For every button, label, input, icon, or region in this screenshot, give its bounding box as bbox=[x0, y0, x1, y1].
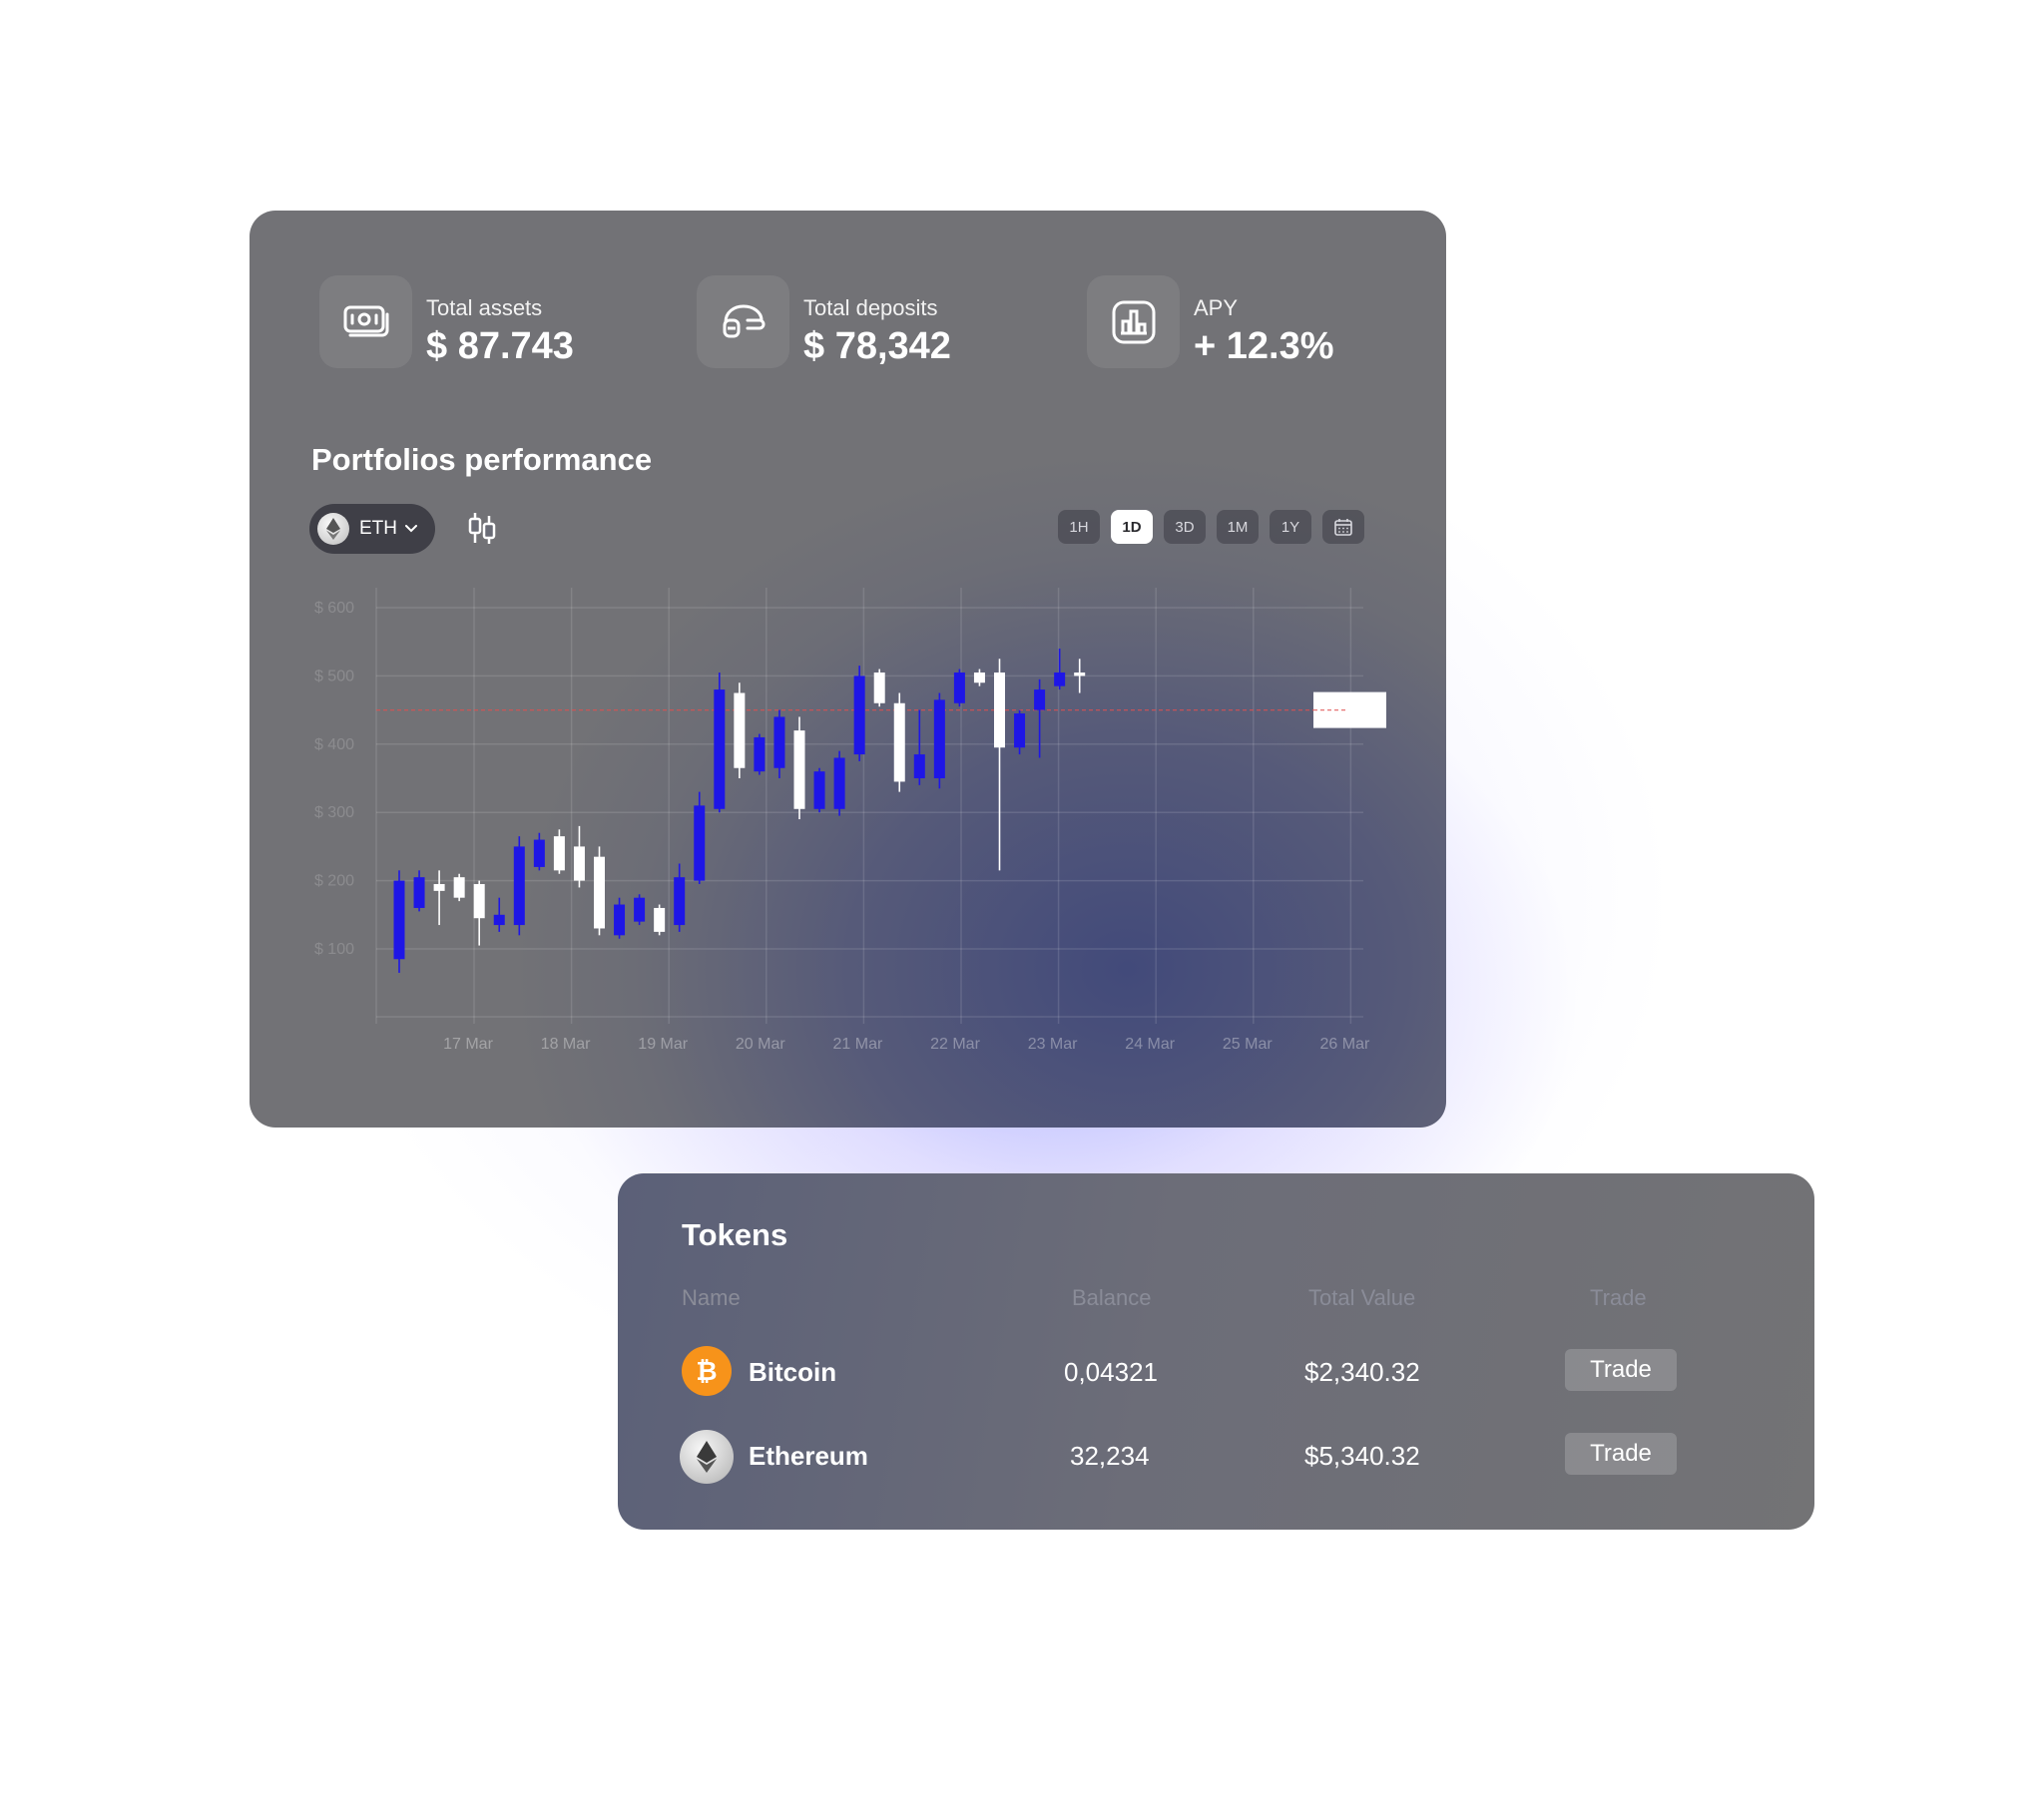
token-name: Bitcoin bbox=[749, 1357, 837, 1387]
x-tick-label: 25 Mar bbox=[1223, 1036, 1273, 1053]
candle-body bbox=[413, 877, 425, 908]
candle-body bbox=[694, 805, 706, 881]
x-tick-label: 20 Mar bbox=[736, 1036, 785, 1053]
trade-button[interactable]: Trade bbox=[1565, 1349, 1677, 1391]
candle-body bbox=[734, 692, 746, 768]
x-tick-label: 21 Mar bbox=[833, 1036, 883, 1053]
y-tick-label: $ 600 bbox=[314, 600, 354, 617]
token-name: Ethereum bbox=[749, 1441, 868, 1471]
y-tick-label: $ 300 bbox=[314, 804, 354, 821]
candle-body bbox=[973, 672, 985, 683]
x-tick-label: 17 Mar bbox=[443, 1036, 493, 1053]
candle-body bbox=[833, 757, 845, 809]
candle-body bbox=[573, 846, 585, 881]
candle-body bbox=[473, 884, 485, 919]
bitcoin-icon: ₿ bbox=[682, 1346, 732, 1396]
candle-body bbox=[594, 856, 605, 929]
x-tick-label: 18 Mar bbox=[541, 1036, 591, 1053]
candle-body bbox=[873, 672, 885, 703]
y-tick-label: $ 100 bbox=[314, 941, 354, 958]
trade-button[interactable]: Trade bbox=[1565, 1433, 1677, 1475]
candle-body bbox=[634, 897, 646, 922]
candle-body bbox=[994, 672, 1005, 748]
token-value: $2,340.32 bbox=[1304, 1357, 1420, 1387]
candlestick-chart: $ 600 $ 500 $ 400 $ 300 $ 200 $ 100 17 Mar 18 M… bbox=[314, 588, 1386, 1053]
candle-body bbox=[674, 877, 686, 926]
portfolio-card: Total assets $ 87.743 Total deposits $ 7… bbox=[250, 211, 1446, 1128]
candle-body bbox=[453, 877, 465, 898]
candle-body bbox=[853, 676, 865, 755]
column-header-trade: Trade bbox=[1590, 1285, 1647, 1310]
x-tick-label: 22 Mar bbox=[930, 1036, 980, 1053]
candle-body bbox=[533, 839, 545, 867]
column-header-name: Name bbox=[682, 1285, 741, 1310]
column-header-total-value: Total Value bbox=[1308, 1285, 1416, 1310]
tokens-card: Tokens Name Balance Total Value Trade ₿ … bbox=[618, 1173, 1814, 1530]
candle-body bbox=[933, 699, 945, 778]
candle-body bbox=[893, 702, 905, 782]
candle-body bbox=[1034, 689, 1046, 710]
x-tick-label: 19 Mar bbox=[638, 1036, 688, 1053]
y-tick-label: $ 200 bbox=[314, 873, 354, 890]
y-tick-label: $ 500 bbox=[314, 668, 354, 684]
ethereum-icon bbox=[680, 1430, 734, 1484]
token-value: $5,340.32 bbox=[1304, 1441, 1420, 1471]
candle-body bbox=[614, 904, 626, 936]
candle-body bbox=[513, 846, 525, 926]
x-tick-label: 24 Mar bbox=[1125, 1036, 1175, 1053]
y-tick-label: $ 400 bbox=[314, 736, 354, 753]
x-tick-label: 26 Mar bbox=[1320, 1036, 1370, 1053]
candle-body bbox=[1054, 672, 1066, 686]
x-tick-label: 23 Mar bbox=[1028, 1036, 1078, 1053]
candle-body bbox=[393, 880, 405, 960]
candle-body bbox=[654, 907, 666, 932]
token-balance: 32,234 bbox=[1070, 1441, 1150, 1471]
candle-body bbox=[714, 689, 726, 809]
candle-body bbox=[813, 771, 825, 809]
candle-body bbox=[754, 736, 766, 772]
candle-body bbox=[1014, 713, 1026, 748]
candle-body bbox=[1074, 672, 1086, 677]
candle-body bbox=[793, 730, 805, 809]
column-header-balance: Balance bbox=[1072, 1285, 1152, 1310]
candle-body bbox=[433, 884, 445, 891]
candle-body bbox=[493, 914, 505, 926]
candle-body bbox=[773, 716, 785, 768]
token-balance: 0,04321 bbox=[1064, 1357, 1158, 1387]
candle-body bbox=[953, 672, 965, 703]
candle-body bbox=[913, 754, 925, 778]
candle-body bbox=[553, 836, 565, 871]
tokens-title: Tokens bbox=[682, 1217, 788, 1252]
